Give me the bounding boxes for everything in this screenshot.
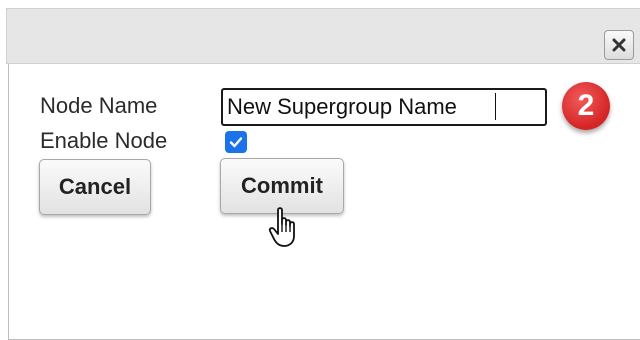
close-button[interactable] (604, 30, 634, 60)
close-icon (612, 38, 626, 52)
cancel-button[interactable]: Cancel (39, 159, 151, 215)
checkmark-icon (229, 137, 243, 148)
enable-node-checkbox[interactable] (225, 131, 247, 153)
step-badge: 2 (562, 82, 610, 130)
dialog-titlebar (6, 8, 640, 64)
hand-pointer-icon (268, 207, 295, 247)
enable-node-label: Enable Node (40, 128, 168, 153)
node-name-input[interactable] (221, 88, 547, 126)
text-caret (495, 93, 496, 120)
node-name-label: Node Name (40, 93, 158, 118)
